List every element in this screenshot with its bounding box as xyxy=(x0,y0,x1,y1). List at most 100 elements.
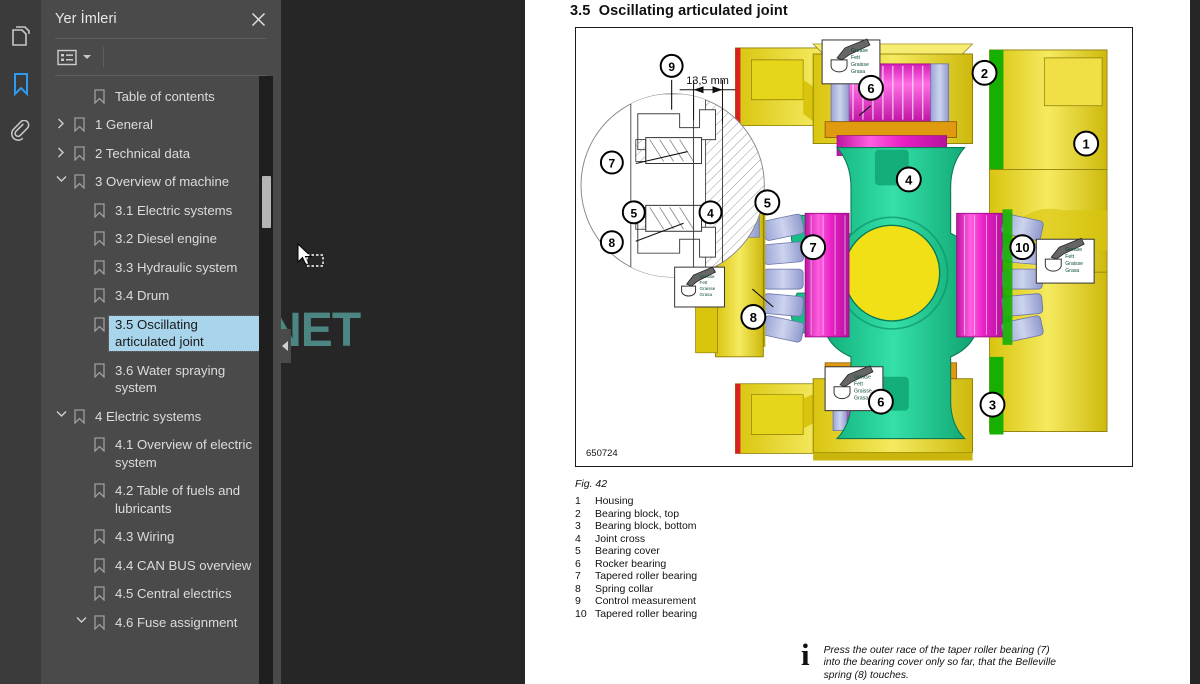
svg-text:Fett: Fett xyxy=(700,280,709,285)
bookmark-item-label: 3.4 Drum xyxy=(115,288,170,303)
bookmark-item-9[interactable]: 3.6 Water spraying system xyxy=(41,356,263,402)
legend-number: 8 xyxy=(575,582,581,595)
bookmarks-panel: Yer İmleri Table of contents 1 General 2… xyxy=(41,0,281,684)
bookmark-item-2[interactable]: 2 Technical data xyxy=(41,139,263,168)
legend-text: Housing xyxy=(595,495,634,507)
watermark-part-b: DF.NET xyxy=(281,304,361,357)
bookmark-item-label: 2 Technical data xyxy=(95,145,191,161)
svg-text:Grasa: Grasa xyxy=(851,69,865,75)
legend-text: Control measurement xyxy=(595,595,696,607)
bookmark-icon xyxy=(89,614,109,630)
svg-text:Graisse: Graisse xyxy=(1065,261,1083,267)
document-viewer[interactable]: 3.5 Oscillating articulated joint 13,5 m… xyxy=(281,0,1200,684)
svg-text:Fett: Fett xyxy=(1065,254,1074,260)
legend-text: Bearing cover xyxy=(595,545,660,557)
bookmark-options-button[interactable] xyxy=(55,47,93,68)
bookmark-item-1[interactable]: 1 General xyxy=(41,111,263,140)
bookmark-item-5[interactable]: 3.2 Diesel engine xyxy=(41,225,263,254)
svg-text:5: 5 xyxy=(630,206,637,220)
svg-text:Grasa: Grasa xyxy=(700,292,713,297)
bookmark-tree: Table of contents 1 General 2 Technical da… xyxy=(41,76,281,684)
legend-row: 1 Housing xyxy=(575,495,697,508)
bookmark-item-7[interactable]: 3.4 Drum xyxy=(41,282,263,311)
callout-1: 1 xyxy=(1073,130,1100,157)
close-icon[interactable] xyxy=(247,8,269,30)
svg-text:6: 6 xyxy=(867,81,874,96)
pdf-page: 3.5 Oscillating articulated joint 13,5 m… xyxy=(525,0,1190,684)
legend-text: Spring collar xyxy=(595,582,654,595)
page-heading: 3.5 Oscillating articulated joint xyxy=(570,3,788,19)
bookmark-item-15[interactable]: 4.5 Central electrics xyxy=(41,580,263,609)
bookmark-icon xyxy=(89,88,109,104)
attachments-icon[interactable] xyxy=(0,108,41,156)
callout-2: 2 xyxy=(971,59,998,86)
bookmark-item-6[interactable]: 3.3 Hydraulic system xyxy=(41,253,263,282)
information-icon: i xyxy=(801,637,810,672)
grease-label-2: Grease Fett Graisse Grasa xyxy=(1035,237,1095,284)
collapse-sidebar-button[interactable] xyxy=(279,329,291,363)
bookmark-icon xyxy=(89,362,109,378)
bookmark-item-label: Table of contents xyxy=(115,88,215,104)
legend-text: Tapered roller bearing xyxy=(595,607,698,620)
legend-number: 6 xyxy=(575,557,581,570)
bookmark-item-13[interactable]: 4.3 Wiring xyxy=(41,523,263,552)
chevron-down-icon[interactable] xyxy=(73,614,89,625)
svg-text:2: 2 xyxy=(981,66,988,81)
bookmark-item-label: 4.5 Central electrics xyxy=(115,586,232,601)
bookmark-item-label: 1 General xyxy=(95,117,153,132)
legend-text: Tapered roller bearing xyxy=(595,570,698,582)
chevron-down-icon[interactable] xyxy=(53,173,69,184)
callout-4-detail: 4 xyxy=(698,200,723,225)
bookmarks-panel-title: Yer İmleri xyxy=(55,11,117,27)
bookmarks-icon[interactable] xyxy=(0,60,49,108)
bookmark-item-14[interactable]: 4.4 CAN BUS overview xyxy=(41,551,263,580)
bookmark-item-10[interactable]: 4 Electric systems xyxy=(41,402,263,431)
bookmark-item-label: 4.2 Table of fuels and lubricants xyxy=(115,483,241,516)
figure-legend: 1 Housing 2 Bearing block, top 3 Bearing bloc… xyxy=(575,495,697,620)
svg-text:Graisse: Graisse xyxy=(851,62,869,68)
svg-text:7: 7 xyxy=(810,240,817,255)
bookmark-item-11[interactable]: 4.1 Overview of electric system xyxy=(41,431,263,477)
callout-4: 4 xyxy=(895,166,922,193)
bookmark-item-label: 3 Overview of machine xyxy=(95,174,230,189)
thumbnails-icon[interactable] xyxy=(0,12,41,60)
chevron-down-icon[interactable] xyxy=(53,408,69,419)
bookmarks-scrollbar-thumb[interactable] xyxy=(262,176,271,228)
svg-text:Graisse: Graisse xyxy=(700,286,716,291)
callout-6: 6 xyxy=(857,74,884,101)
callout-10: 10 xyxy=(1009,234,1036,261)
svg-text:1: 1 xyxy=(1083,137,1090,152)
heading-number: 3.5 xyxy=(570,3,591,19)
bookmarks-scrollbar-track[interactable] xyxy=(259,76,273,684)
bookmark-item-12[interactable]: 4.2 Table of fuels and lubricants xyxy=(41,477,263,523)
legend-text: Joint cross xyxy=(595,532,646,545)
legend-row: 8 Spring collar xyxy=(575,583,697,596)
bookmark-item-8[interactable]: 3.5 Oscillating articulated joint xyxy=(41,310,263,356)
figure-caption: Fig. 42 xyxy=(575,478,608,490)
legend-number: 3 xyxy=(575,520,581,532)
chevron-left-icon xyxy=(282,341,288,351)
figure-frame: 13,5 mm Grease Fett Graisse Grasa Grease… xyxy=(575,27,1133,467)
drawing-number: 650724 xyxy=(586,448,618,459)
bookmark-item-3[interactable]: 3 Overview of machine xyxy=(41,168,263,197)
chevron-right-icon[interactable] xyxy=(53,145,69,158)
legend-row: 6 Rocker bearing xyxy=(575,558,697,571)
chevron-right-icon[interactable] xyxy=(53,116,69,129)
legend-number: 2 xyxy=(575,507,581,520)
svg-text:Graisse: Graisse xyxy=(854,389,872,395)
bookmark-icon xyxy=(89,230,109,246)
legend-number: 10 xyxy=(575,607,587,620)
sidebar-icon-rail xyxy=(0,0,49,684)
legend-text: Rocker bearing xyxy=(595,557,667,570)
bookmark-item-label: 3.1 Electric systems xyxy=(115,202,233,218)
bookmark-item-0[interactable]: Table of contents xyxy=(41,82,263,111)
bookmark-item-16[interactable]: 4.6 Fuse assignment xyxy=(41,608,263,637)
callout-8-detail: 8 xyxy=(599,230,624,255)
legend-row: 7 Tapered roller bearing xyxy=(575,570,697,583)
bookmark-item-4[interactable]: 3.1 Electric systems xyxy=(41,196,263,225)
bookmark-item-label: 4 Electric systems xyxy=(95,408,202,424)
